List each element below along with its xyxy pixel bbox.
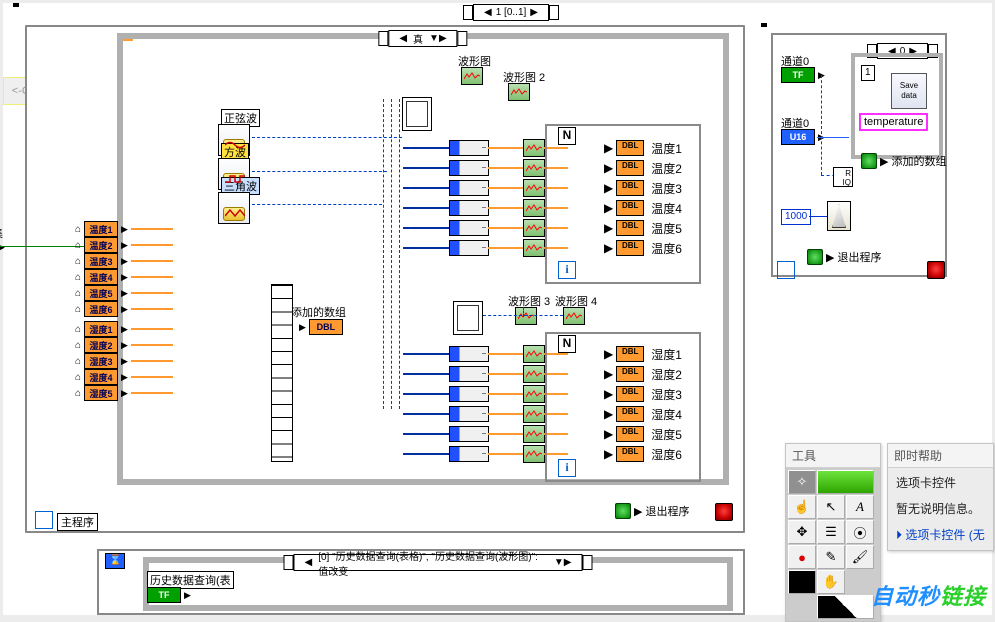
tool-probe[interactable]: ⦿: [846, 520, 874, 544]
mini-chart-icon[interactable]: [523, 179, 545, 197]
aux-quit[interactable]: ▶退出程序: [807, 249, 881, 265]
tool-color-copy[interactable]: ✎: [817, 545, 845, 569]
tools-palette[interactable]: 工具 ✧ ☝ ↖ A ✥ ☰ ⦿ ● ✎ 🖌 ✋: [785, 443, 881, 622]
outer-sequence-selector[interactable]: ◀ 1 [0..1] ▶: [473, 4, 549, 21]
mini-chart-icon[interactable]: [523, 345, 545, 363]
mini-chart-icon[interactable]: [523, 385, 545, 403]
temp-input-3[interactable]: ⌂温度3▶: [75, 253, 128, 269]
help-item: 选项卡控件: [896, 474, 985, 492]
unbundle-icon[interactable]: ⎯: [449, 140, 489, 156]
array-label: 添加的数组: [291, 304, 346, 320]
mini-chart-icon[interactable]: [523, 159, 545, 177]
aux-sequence: ◀0▶ 通道0 TF▶ 通道0 U16▶ 1 Save data tempera…: [761, 23, 957, 287]
temp-input-4[interactable]: ⌂温度4▶: [75, 269, 128, 285]
context-help: 即时帮助 选项卡控件 暂无说明信息。 ⏵ 选项卡控件 (无: [887, 443, 994, 551]
mini-chart-icon[interactable]: [523, 365, 545, 383]
history-tf[interactable]: TF▶: [147, 587, 191, 603]
unbundle-icon[interactable]: ⎯: [449, 200, 489, 216]
tool-position[interactable]: ↖: [817, 495, 845, 519]
merge-top[interactable]: [402, 97, 432, 131]
aux-save-data[interactable]: Save data: [891, 73, 927, 109]
tool-text[interactable]: A: [846, 495, 874, 519]
aux-1000: 1000: [781, 209, 811, 225]
tool-scroll[interactable]: ✋: [817, 570, 845, 594]
main-case-structure: ◀ 真 ▼ ▶ 正弦波 方波 三角波 波形图 波形图 2: [117, 33, 729, 485]
chart2[interactable]: [508, 83, 530, 101]
triangle-source[interactable]: [218, 192, 250, 224]
humid-input-4[interactable]: ⌂湿度4▶: [75, 369, 128, 385]
host-label: 主程序: [57, 513, 98, 531]
aux-loop-i: [777, 261, 795, 279]
build-array[interactable]: [271, 284, 293, 462]
tool-wire[interactable]: ✥: [788, 520, 816, 544]
main-case-selector[interactable]: ◀ 真 ▼ ▶: [388, 30, 457, 47]
temp-input-1[interactable]: ⌂温度1▶: [75, 221, 128, 237]
mini-chart-icon[interactable]: [523, 199, 545, 217]
help-msg: 暂无说明信息。: [896, 500, 985, 518]
aux-one: 1: [861, 65, 875, 81]
chart3[interactable]: [515, 307, 537, 325]
unbundle-icon[interactable]: ⎯: [449, 366, 489, 382]
merge-bottom[interactable]: [453, 301, 483, 335]
unbundle-icon[interactable]: ⎯: [449, 446, 489, 462]
tool-shortcut[interactable]: ☰: [817, 520, 845, 544]
unbundle-icon[interactable]: ⎯: [449, 346, 489, 362]
tool-breakpoint[interactable]: ●: [788, 545, 816, 569]
tools-title: 工具: [786, 444, 880, 468]
main-loop-stop[interactable]: [715, 503, 733, 521]
aux-array[interactable]: ▶添加的数组: [861, 153, 946, 169]
tool-operate[interactable]: ☝: [788, 495, 816, 519]
humid-input-5[interactable]: ⌂湿度5▶: [75, 385, 128, 401]
mini-chart-icon[interactable]: [523, 425, 545, 443]
aux-stop[interactable]: [927, 261, 945, 279]
mini-chart-icon[interactable]: [523, 219, 545, 237]
unbundle-icon[interactable]: ⎯: [449, 386, 489, 402]
quit-main[interactable]: ▶退出程序: [615, 503, 689, 519]
unbundle-icon[interactable]: ⎯: [449, 160, 489, 176]
tool-color-bg[interactable]: [817, 595, 874, 619]
chart1[interactable]: [461, 67, 483, 85]
start-control[interactable]: TF▶: [0, 239, 5, 255]
temp-input-5[interactable]: ⌂温度5▶: [75, 285, 128, 301]
humid-input-1[interactable]: ⌂湿度1▶: [75, 321, 128, 337]
tool-color[interactable]: 🖌: [846, 545, 874, 569]
help-title: 即时帮助: [888, 444, 993, 468]
aux-tf[interactable]: TF▶: [781, 67, 825, 83]
temp-input-6[interactable]: ⌂温度6▶: [75, 301, 128, 317]
mini-chart-icon[interactable]: [523, 139, 545, 157]
main-while-loop: ◀ 真 ▼ ▶ 正弦波 方波 三角波 波形图 波形图 2: [25, 25, 745, 533]
unbundle-icon[interactable]: ⎯: [449, 240, 489, 256]
help-link[interactable]: 选项卡控件 (无: [905, 528, 984, 542]
history-while-loop: ◀ [0] "历史数据查询(表格)", "历史数据查询(波形图)": 值改变 ▼…: [97, 549, 745, 615]
aux-metronome[interactable]: [827, 201, 851, 231]
history-timeout-icon: ⌛: [105, 553, 125, 569]
unbundle-icon[interactable]: ⎯: [449, 220, 489, 236]
mini-chart-icon[interactable]: [523, 445, 545, 463]
watermark: 自动秒链接: [871, 579, 986, 611]
tool-auto[interactable]: ✧: [788, 470, 816, 494]
history-event-selector[interactable]: ◀ [0] "历史数据查询(表格)", "历史数据查询(波形图)": 值改变 ▼…: [294, 554, 583, 571]
unbundle-icon[interactable]: ⎯: [449, 426, 489, 442]
tool-color-fg[interactable]: [788, 570, 816, 594]
tool-run[interactable]: [817, 470, 874, 494]
unbundle-icon[interactable]: ⎯: [449, 406, 489, 422]
aux-riq[interactable]: RIQ: [833, 167, 853, 187]
temp-input-2[interactable]: ⌂温度2▶: [75, 237, 128, 253]
mini-chart-icon[interactable]: [523, 239, 545, 257]
humid-input-2[interactable]: ⌂湿度2▶: [75, 337, 128, 353]
main-loop-i: [35, 511, 53, 529]
humid-input-3[interactable]: ⌂湿度3▶: [75, 353, 128, 369]
mini-chart-icon[interactable]: [523, 405, 545, 423]
unbundle-icon[interactable]: ⎯: [449, 180, 489, 196]
array-indicator[interactable]: ▶DBL: [299, 319, 343, 335]
aux-temperature: temperature: [859, 113, 928, 131]
chart4[interactable]: [563, 307, 585, 325]
